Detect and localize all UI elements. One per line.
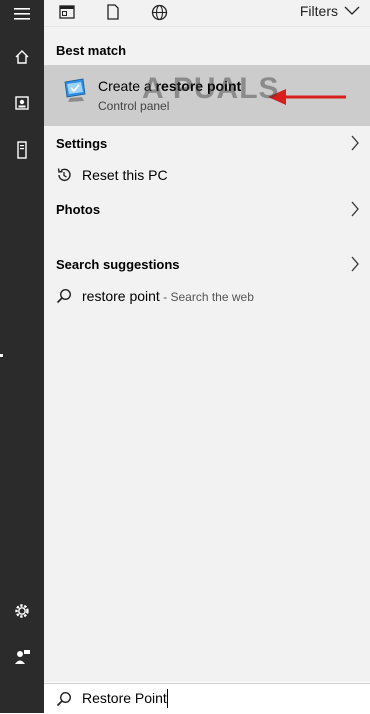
web-suggestion-row[interactable]: restore point - Search the web	[56, 288, 254, 304]
search-icon	[56, 288, 72, 304]
photos-expand-chevron-icon[interactable]	[350, 201, 360, 217]
settings-header: Settings	[56, 136, 108, 151]
search-box[interactable]: Restore Point	[44, 683, 370, 714]
text-caret	[167, 689, 168, 708]
settings-gear-icon	[15, 604, 29, 618]
suggestions-expand-chevron-icon[interactable]	[350, 256, 360, 272]
filter-toolbar: Filters	[44, 0, 370, 27]
web-filter-button[interactable]	[148, 2, 170, 22]
web-globe-icon	[151, 4, 167, 20]
photos-header: Photos	[56, 202, 101, 217]
hamburger-icon	[14, 8, 30, 20]
apps-filter-button[interactable]	[56, 2, 78, 22]
chevron-down-icon	[344, 6, 360, 15]
start-rail	[0, 0, 44, 713]
web-suggestion-text: restore point - Search the web	[82, 288, 254, 304]
settings-button[interactable]	[0, 591, 44, 631]
search-input-text[interactable]: Restore Point	[82, 690, 167, 706]
home-button[interactable]	[0, 37, 44, 77]
document-icon	[107, 4, 119, 20]
best-match-header: Best match	[56, 43, 127, 58]
tower-icon	[17, 141, 27, 159]
documents-filter-button[interactable]	[102, 2, 124, 22]
feedback-button[interactable]	[0, 637, 44, 677]
documents-button[interactable]	[0, 83, 44, 123]
hamburger-menu-button[interactable]	[0, 0, 44, 34]
home-icon	[15, 50, 29, 64]
apps-icon	[59, 5, 75, 19]
search-results-panel: Best match Create a restore point Contro…	[44, 27, 370, 682]
restore-point-app-icon	[64, 78, 86, 102]
user-feedback-icon	[15, 650, 30, 664]
documents-icon	[15, 96, 29, 110]
web-suggestion-hint: - Search the web	[159, 290, 254, 304]
filters-label: Filters	[299, 3, 338, 19]
appuals-watermark: A PUALS	[142, 72, 280, 105]
settings-expand-chevron-icon[interactable]	[350, 135, 360, 151]
filters-dropdown[interactable]: Filters	[300, 3, 360, 19]
rail-marker	[0, 354, 3, 357]
search-suggestions-header: Search suggestions	[56, 257, 180, 272]
web-suggestion-term: restore point	[82, 288, 160, 304]
reset-history-icon	[57, 168, 71, 181]
search-box-icon	[56, 691, 72, 707]
tower-button[interactable]	[0, 130, 44, 170]
reset-this-pc-result[interactable]: Reset this PC	[56, 167, 168, 183]
reset-this-pc-label: Reset this PC	[82, 167, 168, 183]
